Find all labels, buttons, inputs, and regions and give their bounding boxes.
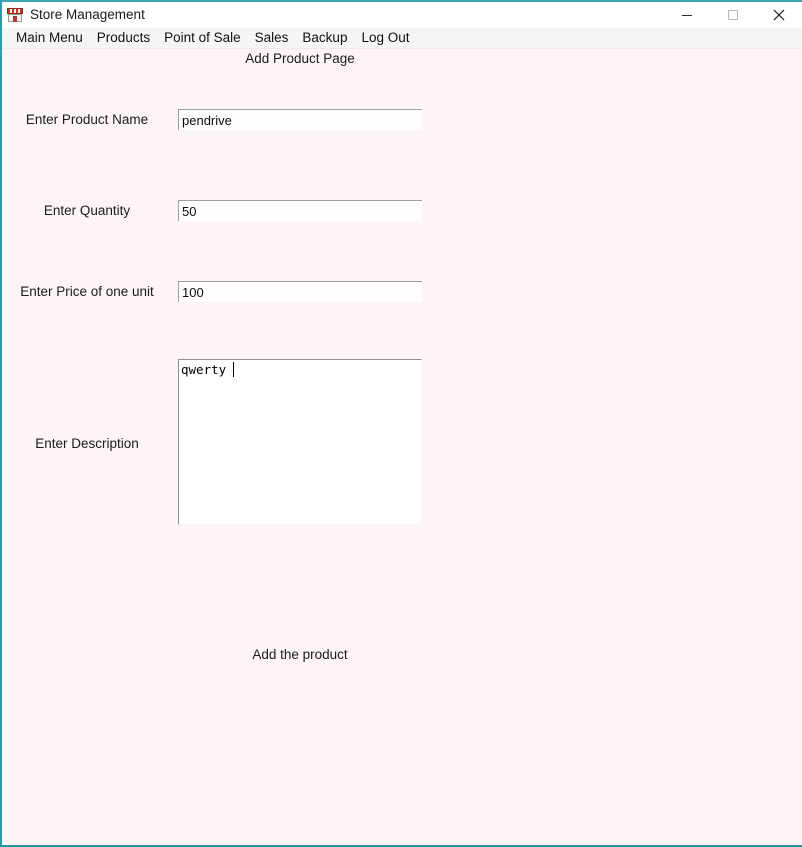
window-title: Store Management	[30, 7, 145, 22]
store-icon-door	[13, 16, 17, 22]
quantity-label: Enter Quantity	[43, 203, 131, 218]
close-button[interactable]	[756, 2, 802, 28]
product-name-label: Enter Product Name	[25, 112, 149, 127]
menu-item-backup[interactable]: Backup	[295, 28, 354, 48]
menu-item-main-menu[interactable]: Main Menu	[9, 28, 90, 48]
maximize-button[interactable]	[710, 2, 756, 28]
application-window: Store Management Main Menu Products Poin…	[0, 0, 802, 847]
quantity-input[interactable]	[178, 200, 422, 221]
menu-item-log-out[interactable]: Log Out	[354, 28, 416, 48]
description-textbox[interactable]	[178, 359, 422, 525]
text-caret	[233, 362, 234, 377]
store-icon	[7, 7, 23, 23]
price-input[interactable]	[178, 281, 422, 302]
price-label: Enter Price of one unit	[20, 284, 154, 299]
menu-item-point-of-sale[interactable]: Point of Sale	[157, 28, 248, 48]
title-bar[interactable]: Store Management	[2, 2, 802, 28]
minimize-button[interactable]	[664, 2, 710, 28]
description-label: Enter Description	[35, 436, 139, 451]
page-title: Add Product Page	[245, 51, 355, 66]
add-product-form: Add Product Page Enter Product Name Ente…	[2, 49, 802, 845]
title-bar-left: Store Management	[2, 2, 664, 28]
menu-item-sales[interactable]: Sales	[248, 28, 296, 48]
product-name-input[interactable]	[178, 109, 422, 130]
menu-bar: Main Menu Products Point of Sale Sales B…	[2, 28, 802, 49]
description-textarea[interactable]	[179, 360, 421, 524]
menu-item-products[interactable]: Products	[90, 28, 157, 48]
add-product-button[interactable]: Add the product	[2, 647, 598, 662]
window-controls	[664, 2, 802, 28]
